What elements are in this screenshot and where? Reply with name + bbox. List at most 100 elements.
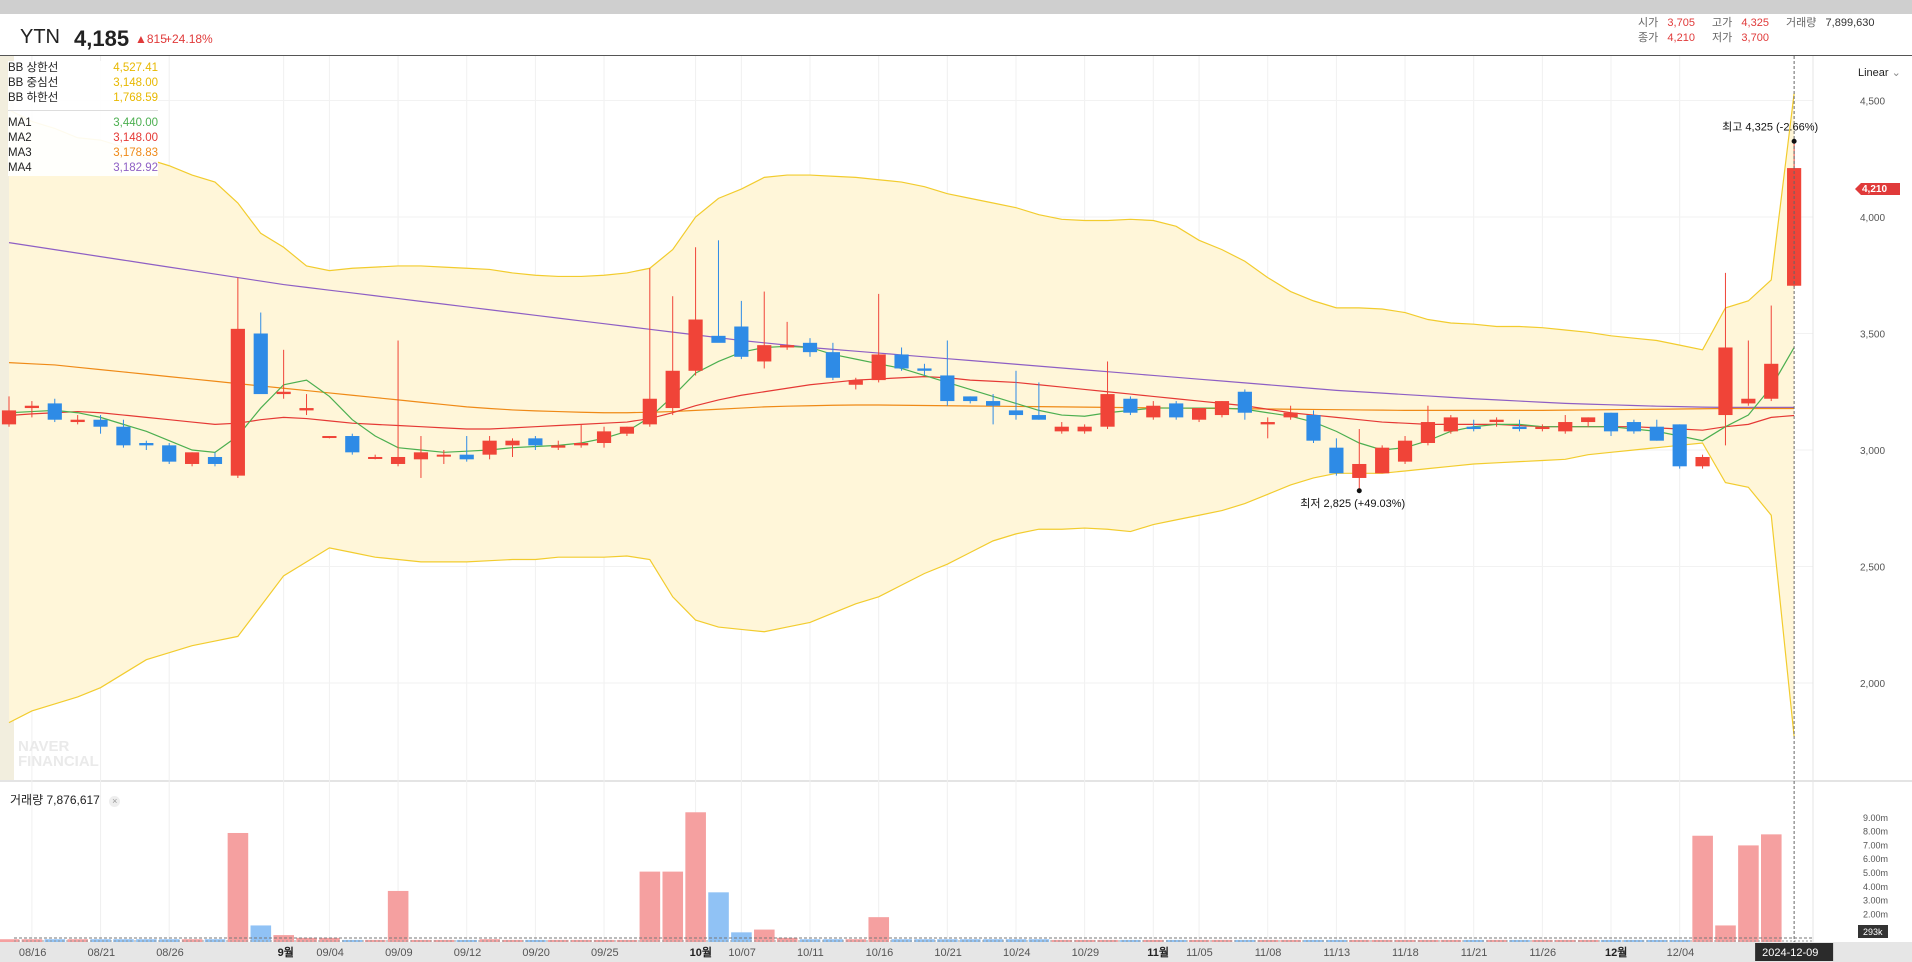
candle-body bbox=[1214, 401, 1230, 416]
x-tick-label: 11/08 bbox=[1255, 947, 1282, 959]
legend-value: 3,178.83 bbox=[113, 147, 158, 159]
volume-bar bbox=[1646, 939, 1668, 942]
x-tick-label: 12/04 bbox=[1667, 947, 1695, 959]
candle-body bbox=[574, 443, 589, 446]
legend-row: BB 상한선 4,527.41 bbox=[8, 61, 158, 76]
x-tick-label: 09/04 bbox=[316, 947, 344, 959]
candle-body bbox=[70, 419, 85, 423]
candle-body bbox=[711, 335, 726, 343]
x-tick-label: 09/20 bbox=[522, 947, 550, 959]
candle-body bbox=[1191, 408, 1207, 420]
candle-body bbox=[1443, 417, 1458, 432]
candle-body bbox=[184, 452, 200, 464]
x-tick-label: 12월 bbox=[1605, 945, 1627, 959]
x-tick-label: 10/21 bbox=[934, 947, 962, 959]
candle-body bbox=[528, 438, 543, 446]
legend-row: MA2 3,148.00 bbox=[8, 131, 158, 146]
candle-body bbox=[368, 456, 383, 459]
candle-body bbox=[322, 436, 337, 439]
legend-row: MA3 3,178.83 bbox=[8, 146, 158, 161]
legend-value: 3,182.92 bbox=[113, 162, 158, 174]
candle-body bbox=[230, 328, 245, 476]
price-chart[interactable]: 2,000 2,500 3,000 3,500 4,000 4,500 2.00m 3.00m… bbox=[0, 0, 1912, 962]
candle-body bbox=[505, 440, 520, 446]
volume-tick-label: 9.00m bbox=[1863, 813, 1888, 823]
candle-body bbox=[619, 426, 635, 434]
candle-body bbox=[642, 398, 657, 425]
legend-name: MA3 bbox=[8, 147, 32, 159]
volume-bar bbox=[639, 871, 661, 942]
candle-body bbox=[1375, 447, 1390, 474]
candle-body bbox=[871, 354, 886, 381]
candle-body bbox=[688, 319, 703, 371]
x-tick-label: 11/18 bbox=[1392, 947, 1419, 959]
x-tick-label: 11/26 bbox=[1529, 947, 1556, 959]
legend-name: MA4 bbox=[8, 162, 32, 174]
price-tag-label: 4,210 bbox=[1862, 184, 1887, 195]
candle-body bbox=[802, 342, 818, 353]
candle-body bbox=[207, 456, 223, 464]
legend-name: MA1 bbox=[8, 117, 32, 129]
candle-body bbox=[1764, 363, 1779, 399]
legend-name: BB 하한선 bbox=[8, 92, 59, 104]
candle-body bbox=[1329, 447, 1344, 474]
volume-tick-label: 7.00m bbox=[1863, 840, 1888, 850]
legend-value: 3,440.00 bbox=[113, 117, 158, 129]
candle-body bbox=[1558, 422, 1573, 432]
candle-body bbox=[253, 333, 268, 395]
legend-divider bbox=[8, 110, 158, 111]
candle-body bbox=[1489, 419, 1504, 423]
legend-name: MA2 bbox=[8, 132, 32, 144]
chart-window: YTN 4,185 ▲815 +24.18% 시가 3,705 고가 4,325… bbox=[0, 0, 1912, 962]
candle-body bbox=[1603, 412, 1619, 432]
candle-body bbox=[1008, 410, 1024, 416]
candle-body bbox=[413, 452, 429, 460]
candle-body bbox=[848, 380, 863, 385]
legend-name: BB 중심선 bbox=[8, 77, 59, 89]
legend-value: 1,768.59 bbox=[113, 92, 158, 104]
volume-bar bbox=[1394, 939, 1416, 942]
volume-bar bbox=[1715, 925, 1736, 942]
volume-bar bbox=[708, 892, 729, 942]
volume-bar bbox=[822, 939, 844, 942]
chevron-down-icon: ⌄ bbox=[1891, 67, 1901, 79]
candle-body bbox=[1169, 403, 1184, 418]
close-icon[interactable]: × bbox=[109, 796, 121, 807]
candle-body bbox=[1512, 426, 1527, 430]
x-tick-label: 09/09 bbox=[385, 947, 413, 959]
candle-body bbox=[47, 403, 62, 420]
x-tick-label: 08/16 bbox=[19, 947, 47, 959]
candle-body bbox=[93, 419, 108, 427]
candle-body bbox=[459, 454, 474, 460]
candle-body bbox=[1535, 426, 1550, 430]
scale-mode-button[interactable]: Linear ⌄ bbox=[1858, 66, 1901, 79]
candle-body bbox=[1146, 405, 1161, 418]
candle-body bbox=[940, 375, 955, 402]
candle-body bbox=[345, 436, 360, 453]
crosshair-date-label: 2024-12-09 bbox=[1762, 947, 1818, 959]
volume-bar bbox=[1692, 835, 1713, 942]
candle-body bbox=[436, 454, 451, 457]
volume-tick-label: 6.00m bbox=[1863, 854, 1888, 864]
volume-bar bbox=[754, 929, 775, 942]
x-tick-label: 08/26 bbox=[156, 947, 184, 959]
x-tick-label: 10월 bbox=[690, 945, 712, 959]
indicator-legend: BB 상한선 4,527.41 BB 중심선 3,148.00 BB 하한선 1,768.… bbox=[8, 61, 158, 176]
legend-row: MA4 3,182.92 bbox=[8, 161, 158, 176]
candle-body bbox=[1237, 391, 1252, 413]
x-tick-label: 11/21 bbox=[1461, 947, 1488, 959]
candle-body bbox=[986, 401, 1001, 406]
volume-bar bbox=[387, 890, 409, 942]
candle-body bbox=[276, 391, 291, 395]
candle-body bbox=[1718, 347, 1733, 416]
x-tick-label: 10/16 bbox=[866, 947, 894, 959]
legend-name: BB 상한선 bbox=[8, 62, 59, 74]
legend-row: BB 하한선 1,768.59 bbox=[8, 91, 158, 106]
candle-body bbox=[299, 408, 314, 411]
legend-value: 4,527.41 bbox=[113, 62, 158, 74]
high-annotation: 최고 4,325 (-2.66%) bbox=[1722, 120, 1818, 133]
y-tick-label: 2,000 bbox=[1860, 679, 1885, 690]
candle-body bbox=[551, 445, 566, 448]
volume-legend-label: 거래량 bbox=[10, 793, 44, 807]
volume-bar bbox=[1234, 939, 1256, 942]
